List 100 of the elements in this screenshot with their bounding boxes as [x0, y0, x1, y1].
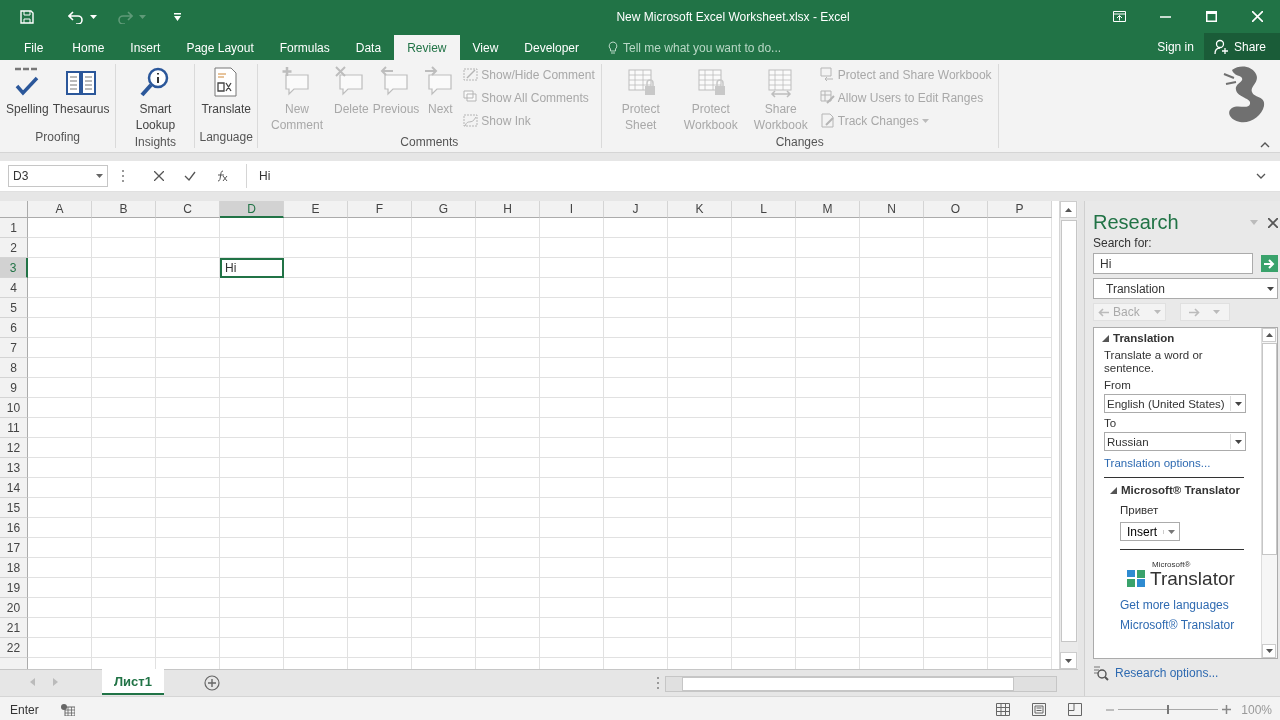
sheet-cell[interactable] — [156, 618, 220, 638]
sheet-cell[interactable] — [476, 258, 540, 278]
sheet-cell[interactable] — [604, 298, 668, 318]
sheet-cell[interactable] — [476, 378, 540, 398]
sheet-cell[interactable] — [988, 418, 1052, 438]
sheet-cell[interactable] — [604, 278, 668, 298]
sheet-cell[interactable] — [604, 238, 668, 258]
sheet-cell[interactable] — [220, 638, 284, 658]
page-layout-view-icon[interactable] — [1032, 703, 1047, 716]
row-header[interactable]: 9 — [0, 378, 28, 398]
sheet-cell[interactable] — [668, 598, 732, 618]
scroll-left-icon[interactable] — [30, 678, 35, 686]
sheet-cell[interactable] — [732, 458, 796, 478]
enter-check-icon[interactable] — [184, 171, 196, 181]
sheet-cell[interactable] — [28, 638, 92, 658]
sheet-cell[interactable] — [476, 618, 540, 638]
sheet-cell[interactable] — [412, 638, 476, 658]
sheet-cell[interactable] — [156, 578, 220, 598]
row-header[interactable]: 5 — [0, 298, 28, 318]
ribbon-tab[interactable]: Review — [394, 35, 460, 60]
sheet-cell[interactable] — [860, 478, 924, 498]
sheet-cell[interactable] — [860, 218, 924, 238]
sheet-cell[interactable] — [28, 418, 92, 438]
sheet-cell[interactable] — [476, 638, 540, 658]
sheet-cell[interactable] — [412, 378, 476, 398]
row-header[interactable]: 6 — [0, 318, 28, 338]
sheet-cell[interactable] — [92, 498, 156, 518]
sheet-cell[interactable] — [860, 318, 924, 338]
select-all-corner[interactable] — [0, 201, 28, 218]
sheet-cell[interactable] — [732, 278, 796, 298]
sheet-cell[interactable] — [732, 338, 796, 358]
sheet-cell[interactable] — [156, 278, 220, 298]
sheet-cell[interactable] — [924, 438, 988, 458]
sheet-cell[interactable] — [540, 638, 604, 658]
sheet-cell[interactable] — [220, 558, 284, 578]
sheet-cell[interactable] — [348, 518, 412, 538]
sheet-cell[interactable] — [28, 358, 92, 378]
sheet-cell[interactable] — [860, 638, 924, 658]
sheet-cell[interactable] — [540, 478, 604, 498]
sheet-cell[interactable] — [476, 498, 540, 518]
sheet-cell[interactable] — [92, 218, 156, 238]
sheet-cell[interactable] — [92, 318, 156, 338]
ribbon-display-options-icon[interactable] — [1112, 11, 1126, 22]
sheet-cell[interactable] — [220, 618, 284, 638]
sheet-cell[interactable] — [924, 398, 988, 418]
sheet-cell[interactable] — [732, 318, 796, 338]
macro-record-icon[interactable] — [60, 703, 75, 716]
sheet-cell[interactable] — [988, 378, 1052, 398]
ribbon-tab[interactable]: Formulas — [266, 35, 343, 60]
sheet-cell[interactable] — [348, 338, 412, 358]
row-header[interactable]: 17 — [0, 538, 28, 558]
sheet-cell[interactable] — [860, 438, 924, 458]
sheet-cell[interactable] — [668, 218, 732, 238]
sheet-cell[interactable] — [796, 218, 860, 238]
translator-link[interactable]: Get more languages — [1120, 598, 1261, 612]
sheet-cell[interactable] — [540, 378, 604, 398]
redo-icon[interactable] — [117, 9, 133, 24]
sheet-cell[interactable] — [348, 398, 412, 418]
sheet-cell[interactable] — [796, 258, 860, 278]
sheet-cell[interactable] — [668, 238, 732, 258]
sheet-cell[interactable] — [476, 478, 540, 498]
column-header[interactable]: D — [220, 201, 284, 218]
research-options-link[interactable]: Research options... — [1115, 666, 1219, 680]
sheet-cell[interactable] — [988, 598, 1052, 618]
name-box[interactable]: D3 — [8, 165, 108, 187]
sheet-cell[interactable] — [796, 418, 860, 438]
sheet-cell[interactable] — [156, 558, 220, 578]
row-header[interactable]: 22 — [0, 638, 28, 658]
sheet-cell[interactable] — [476, 518, 540, 538]
lightbulb-icon[interactable] — [608, 40, 618, 55]
sheet-cell[interactable] — [348, 458, 412, 478]
sheet-cell[interactable] — [284, 558, 348, 578]
sheet-cell[interactable] — [540, 598, 604, 618]
row-header[interactable]: 13 — [0, 458, 28, 478]
ribbon-tab[interactable]: File — [0, 35, 60, 60]
sheet-cell[interactable] — [348, 538, 412, 558]
sheet-cell[interactable] — [668, 518, 732, 538]
sheet-cell[interactable] — [796, 538, 860, 558]
sheet-cell[interactable] — [156, 638, 220, 658]
sign-in-link[interactable]: Sign in — [1157, 39, 1194, 54]
sheet-cell[interactable] — [796, 378, 860, 398]
insert-button[interactable]: Insert — [1120, 522, 1180, 541]
ribbon-tab[interactable]: Data — [342, 35, 395, 60]
sheet-cell[interactable] — [412, 498, 476, 518]
sheet-cell[interactable] — [28, 458, 92, 478]
sheet-cell[interactable] — [348, 498, 412, 518]
sheet-cell[interactable] — [156, 458, 220, 478]
ribbon-button[interactable]: Thesaurus — [50, 64, 112, 119]
sheet-cell[interactable] — [284, 278, 348, 298]
sheet-cell[interactable] — [348, 278, 412, 298]
row-header[interactable]: 1 — [0, 218, 28, 238]
sheet-cell[interactable] — [732, 258, 796, 278]
sheet-cell[interactable] — [476, 418, 540, 438]
sheet-cell[interactable] — [604, 518, 668, 538]
sheet-cell[interactable] — [156, 238, 220, 258]
sheet-cell[interactable] — [924, 298, 988, 318]
column-header[interactable]: I — [540, 201, 604, 218]
row-header[interactable]: 3 — [0, 258, 28, 278]
sheet-cell[interactable] — [988, 298, 1052, 318]
sheet-cell[interactable] — [796, 498, 860, 518]
